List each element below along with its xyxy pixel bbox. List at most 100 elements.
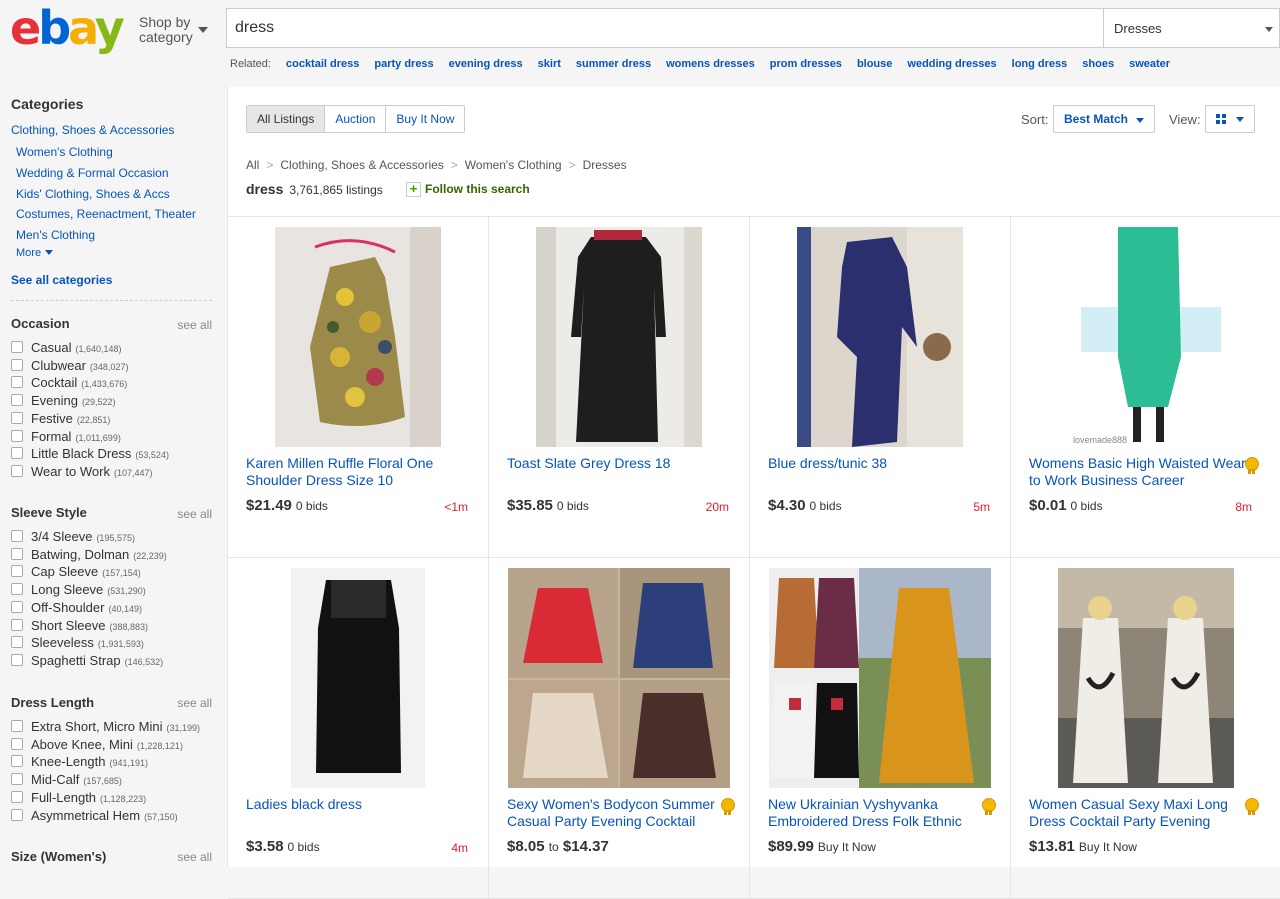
listing-card[interactable]: New Ukrainian Vyshyvanka Embroidered Dre…	[750, 558, 1011, 899]
listing-card[interactable]: lovemade888 Womens Basic High Waisted We…	[1011, 217, 1280, 558]
listing-title[interactable]: Toast Slate Grey Dress 18	[507, 455, 727, 472]
facet-option[interactable]: Cap Sleeve (157,154)	[11, 563, 141, 580]
facet-option[interactable]: 3/4 Sleeve (195,575)	[11, 528, 135, 545]
facet-option[interactable]: Formal (1,011,699)	[11, 428, 121, 445]
checkbox[interactable]	[11, 547, 23, 560]
breadcrumb-clothing[interactable]: Clothing, Shoes & Accessories	[280, 158, 443, 172]
checkbox[interactable]	[11, 411, 23, 424]
tab-buy-it-now[interactable]: Buy It Now	[386, 106, 465, 132]
cat-link-mens[interactable]: Men's Clothing	[16, 228, 95, 242]
facet-option[interactable]: Long Sleeve (531,290)	[11, 581, 146, 598]
facet-option[interactable]: Clubwear (348,027)	[11, 357, 128, 374]
listing-title[interactable]: Women Casual Sexy Maxi Long Dress Cockta…	[1029, 796, 1249, 830]
facet-option[interactable]: Casual (1,640,148)	[11, 339, 122, 356]
listing-image[interactable]	[275, 227, 441, 447]
listing-image[interactable]	[1058, 568, 1234, 788]
checkbox[interactable]	[11, 653, 23, 666]
listing-image[interactable]: lovemade888	[1063, 227, 1229, 447]
listing-card[interactable]: Blue dress/tunic 38 $4.30 0 bids 5m	[750, 217, 1011, 558]
related-search-link[interactable]: shoes	[1082, 58, 1114, 70]
related-search-link[interactable]: long dress	[1012, 58, 1068, 70]
checkbox[interactable]	[11, 565, 23, 578]
related-search-link[interactable]: prom dresses	[770, 58, 842, 70]
listing-image[interactable]	[291, 568, 425, 788]
checkbox[interactable]	[11, 358, 23, 371]
category-select[interactable]: Dresses	[1104, 8, 1280, 48]
facet-option[interactable]: Little Black Dress (53,524)	[11, 445, 169, 462]
related-search-link[interactable]: summer dress	[576, 58, 651, 70]
checkbox[interactable]	[11, 737, 23, 750]
checkbox[interactable]	[11, 636, 23, 649]
checkbox[interactable]	[11, 376, 23, 389]
ebay-logo[interactable]: ebay	[10, 4, 128, 52]
follow-search-button[interactable]: + Follow this search	[406, 182, 530, 197]
view-dropdown[interactable]	[1205, 105, 1255, 133]
checkbox[interactable]	[11, 530, 23, 542]
facet-option[interactable]: Knee-Length (941,191)	[11, 753, 148, 770]
checkbox[interactable]	[11, 464, 23, 477]
listing-card[interactable]: Toast Slate Grey Dress 18 $35.85 0 bids 2…	[489, 217, 750, 558]
cat-link-kids[interactable]: Kids' Clothing, Shoes & Accs	[16, 187, 170, 201]
checkbox[interactable]	[11, 720, 23, 732]
facet-option[interactable]: Above Knee, Mini (1,228,121)	[11, 736, 183, 753]
checkbox[interactable]	[11, 773, 23, 786]
listing-image[interactable]	[536, 227, 702, 447]
cat-link-wedding[interactable]: Wedding & Formal Occasion	[16, 166, 169, 180]
sort-dropdown[interactable]: Best Match	[1053, 105, 1155, 133]
breadcrumb-womens[interactable]: Women's Clothing	[465, 158, 562, 172]
facet-option[interactable]: Asymmetrical Hem (57,150)	[11, 807, 178, 824]
facet-option[interactable]: Short Sleeve (388,883)	[11, 617, 148, 634]
listing-title[interactable]: Womens Basic High Waisted Wear to Work B…	[1029, 455, 1249, 489]
cat-link-womens-clothing[interactable]: Women's Clothing	[16, 145, 113, 159]
related-search-link[interactable]: party dress	[374, 58, 433, 70]
listing-image[interactable]	[797, 227, 963, 447]
tab-all-listings[interactable]: All Listings	[247, 106, 326, 132]
listing-title[interactable]: Blue dress/tunic 38	[768, 455, 988, 472]
facet-option[interactable]: Festive (22,851)	[11, 410, 110, 427]
related-search-link[interactable]: blouse	[857, 58, 892, 70]
facet-option[interactable]: Wear to Work (107,447)	[11, 463, 153, 480]
facet-option[interactable]: Full-Length (1,128,223)	[11, 789, 146, 806]
tab-auction[interactable]: Auction	[325, 106, 387, 132]
checkbox[interactable]	[11, 394, 23, 407]
listing-card[interactable]: Sexy Women's Bodycon Summer Casual Party…	[489, 558, 750, 899]
facet-option[interactable]: Mid-Calf (157,685)	[11, 771, 122, 788]
listing-card[interactable]: Karen Millen Ruffle Floral One Shoulder …	[228, 217, 489, 558]
more-categories-button[interactable]: More	[16, 247, 54, 259]
listing-card[interactable]: Ladies black dress $3.58 0 bids 4m	[228, 558, 489, 899]
shop-by-category-button[interactable]: Shop by category	[139, 15, 199, 45]
related-search-link[interactable]: skirt	[538, 58, 561, 70]
listing-card[interactable]: Women Casual Sexy Maxi Long Dress Cockta…	[1011, 558, 1280, 899]
listing-image[interactable]	[508, 568, 730, 788]
checkbox[interactable]	[11, 447, 23, 460]
length-see-all[interactable]: see all	[177, 696, 212, 710]
related-search-link[interactable]: sweater	[1129, 58, 1170, 70]
checkbox[interactable]	[11, 790, 23, 803]
see-all-categories-link[interactable]: See all categories	[11, 273, 112, 287]
facet-option[interactable]: Extra Short, Micro Mini (31,199)	[11, 718, 200, 735]
listing-title[interactable]: New Ukrainian Vyshyvanka Embroidered Dre…	[768, 796, 988, 830]
listing-title[interactable]: Sexy Women's Bodycon Summer Casual Party…	[507, 796, 727, 830]
search-input[interactable]: dress	[226, 8, 1104, 48]
listing-title[interactable]: Karen Millen Ruffle Floral One Shoulder …	[246, 455, 466, 489]
occasion-see-all[interactable]: see all	[177, 318, 212, 332]
breadcrumb-all[interactable]: All	[246, 158, 259, 172]
checkbox[interactable]	[11, 429, 23, 442]
chevron-down-icon[interactable]	[198, 27, 208, 33]
related-search-link[interactable]: evening dress	[449, 58, 523, 70]
facet-option[interactable]: Batwing, Dolman (22,239)	[11, 546, 167, 563]
checkbox[interactable]	[11, 808, 23, 821]
facet-option[interactable]: Off-Shoulder (40,149)	[11, 599, 142, 616]
checkbox[interactable]	[11, 600, 23, 613]
facet-option[interactable]: Spaghetti Strap (146,532)	[11, 652, 163, 669]
facet-option[interactable]: Cocktail (1,433,676)	[11, 374, 127, 391]
listing-title[interactable]: Ladies black dress	[246, 796, 466, 813]
cat-link-clothing[interactable]: Clothing, Shoes & Accessories	[11, 123, 174, 137]
checkbox[interactable]	[11, 618, 23, 631]
size-see-all[interactable]: see all	[177, 850, 212, 864]
related-search-link[interactable]: cocktail dress	[286, 58, 359, 70]
cat-link-costumes[interactable]: Costumes, Reenactment, Theater	[16, 207, 196, 221]
related-search-link[interactable]: wedding dresses	[907, 58, 996, 70]
checkbox[interactable]	[11, 341, 23, 353]
sleeve-see-all[interactable]: see all	[177, 507, 212, 521]
